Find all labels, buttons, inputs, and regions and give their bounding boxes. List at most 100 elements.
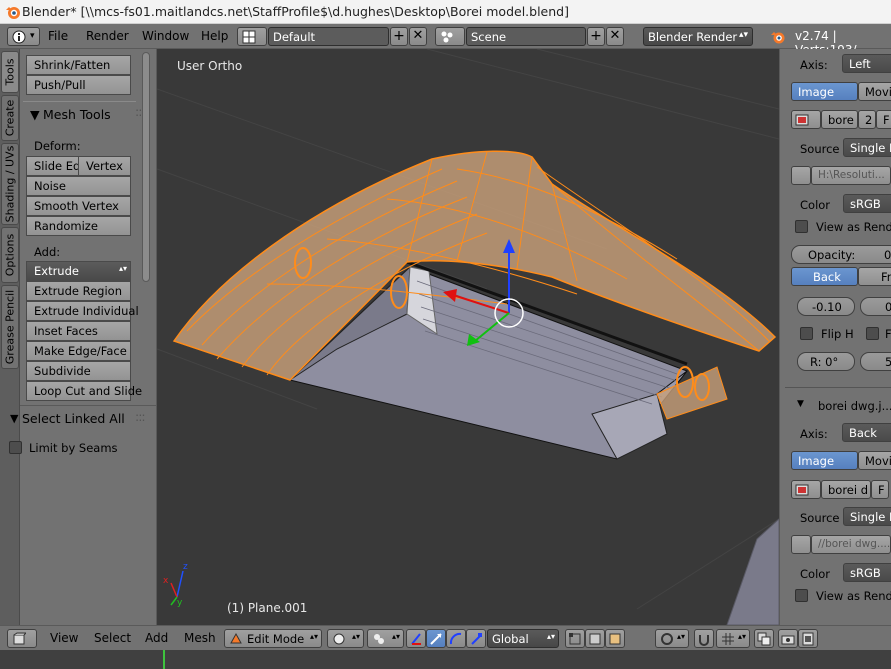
pivot-point-dropdown[interactable]: ▴▾ [367,629,404,648]
slide-vertex-button[interactable]: Vertex [78,156,131,176]
remove-scene-icon[interactable]: ✕ [606,27,624,46]
color-space-dropdown[interactable]: sRGB [843,194,891,213]
translate-manipulator-button[interactable] [426,629,446,648]
viewport-shading-dropdown[interactable]: ▴▾ [327,629,364,648]
image-browse-button-2[interactable] [791,480,821,499]
tab-image[interactable]: Image [791,82,858,101]
image-name-field-2[interactable]: borei d [821,480,871,499]
scene-selector[interactable] [435,27,465,46]
drag-handle-icon[interactable]: ::: [135,409,146,424]
editor-type-button[interactable]: ▾ [7,27,40,46]
subdivide-button[interactable]: Subdivide [26,361,131,381]
push-pull-button[interactable]: Push/Pull [26,75,131,95]
3d-viewport[interactable]: z x y User Ortho (1) Plane.001 [157,49,779,625]
tab-shading-uvs[interactable]: Shading / UVs [1,143,19,225]
limit-by-seams-checkbox[interactable] [9,441,22,454]
filepath-field-2[interactable]: //borei dwg.... [811,535,891,554]
noise-button[interactable]: Noise [26,176,131,196]
tab-create[interactable]: Create [1,95,19,141]
editor-type-button[interactable] [7,629,37,648]
image-users-count[interactable]: 2 [858,110,876,129]
back-toggle[interactable]: Back [791,267,858,286]
menu-add[interactable]: Add [145,631,168,645]
vertex-select-button[interactable] [565,629,585,648]
film-icon [802,632,814,646]
tool-shelf-scrollbar[interactable] [142,52,150,282]
filepath-field[interactable]: H:\Resoluti... [811,166,891,185]
proportional-edit-dropdown[interactable]: ▴▾ [655,629,689,648]
view-as-render-checkbox[interactable] [795,220,808,233]
flip-h-checkbox[interactable] [800,327,813,340]
opacity-slider[interactable]: Opacity: 0. [791,245,891,264]
collapse-triangle-icon[interactable]: ▼ [10,412,18,425]
mode-dropdown[interactable]: Edit Mode ▴▾ [224,629,322,648]
image-browse-button[interactable] [791,110,821,129]
menu-select[interactable]: Select [94,631,131,645]
axis-dropdown[interactable]: Left [842,54,891,73]
screen-layout-selector[interactable] [237,27,267,46]
remove-screen-icon[interactable]: ✕ [409,27,427,46]
size-field[interactable]: 5 [860,352,891,371]
menu-help[interactable]: Help [201,29,228,43]
slide-edge-button[interactable]: Slide Ed [26,156,80,176]
shrink-fatten-button[interactable]: Shrink/Fatten [26,55,131,75]
loop-cut-button[interactable]: Loop Cut and Slide [26,381,142,401]
smooth-vertex-button[interactable]: Smooth Vertex [26,196,131,216]
render-animation-button[interactable] [798,629,818,648]
menu-mesh[interactable]: Mesh [184,631,216,645]
menu-window[interactable]: Window [142,29,189,43]
source-dropdown[interactable]: Single In [843,138,891,157]
snap-toggle[interactable] [694,629,714,648]
collapse-triangle-icon[interactable]: ▼ [797,399,804,409]
offset-x-field[interactable]: -0.10 [797,297,855,316]
mesh-tools-title: Mesh Tools [43,107,111,122]
axis-dropdown-2[interactable]: Back [842,423,891,442]
tab-movie-2[interactable]: Movi [858,451,891,470]
timeline-strip[interactable] [0,650,891,669]
render-opengl-button[interactable] [778,629,798,648]
extrude-individual-button[interactable]: Extrude Individual [26,301,139,321]
transform-orientation-dropdown[interactable]: Global ▴▾ [487,629,559,648]
scene-field[interactable]: Scene [466,27,586,46]
rotate-icon [449,632,462,645]
extrude-dropdown[interactable]: Extrude ▴▾ [26,261,131,281]
offset-y-field[interactable]: 0 [860,297,891,316]
fake-user-button-2[interactable]: F [871,480,889,499]
image-name-field[interactable]: bore [821,110,858,129]
scale-manipulator-button[interactable] [466,629,486,648]
front-toggle[interactable]: Fr [858,267,891,286]
edge-select-button[interactable] [585,629,605,648]
rotation-field[interactable]: R: 0° [797,352,855,371]
screen-layout-field[interactable]: Default [268,27,389,46]
manipulator-toggle[interactable] [406,629,426,648]
menu-file[interactable]: File [48,29,68,43]
proportional-edit-icon [661,633,673,645]
fake-user-button[interactable]: F [876,110,891,129]
pose-copy-button[interactable] [754,629,774,648]
extrude-region-button[interactable]: Extrude Region [26,281,131,301]
snap-element-dropdown[interactable]: ▴▾ [716,629,750,648]
tab-movie[interactable]: Movi [858,82,891,101]
file-browse-icon[interactable] [791,535,811,554]
rotate-manipulator-button[interactable] [446,629,466,648]
add-screen-icon[interactable]: + [390,27,408,46]
face-select-button[interactable] [605,629,625,648]
view-as-render-checkbox-2[interactable] [795,589,808,602]
color-space-dropdown-2[interactable]: sRGB [843,563,891,582]
menu-view[interactable]: View [50,631,78,645]
render-engine-dropdown[interactable]: Blender Render ▴▾ [643,27,753,46]
flip-v-checkbox[interactable] [866,327,879,340]
current-frame-indicator[interactable] [163,650,165,669]
file-browse-icon[interactable] [791,166,811,185]
tab-tools[interactable]: Tools [1,51,19,93]
make-edge-face-button[interactable]: Make Edge/Face [26,341,131,361]
randomize-button[interactable]: Randomize [26,216,131,236]
add-scene-icon[interactable]: + [587,27,605,46]
collapse-triangle-icon[interactable]: ▼ [30,107,40,122]
tab-options[interactable]: Options [1,227,19,283]
menu-render[interactable]: Render [86,29,129,43]
inset-faces-button[interactable]: Inset Faces [26,321,131,341]
source-dropdown-2[interactable]: Single In [843,507,891,526]
tab-image-2[interactable]: Image [791,451,858,470]
tab-grease-pencil[interactable]: Grease Pencil [1,285,19,369]
